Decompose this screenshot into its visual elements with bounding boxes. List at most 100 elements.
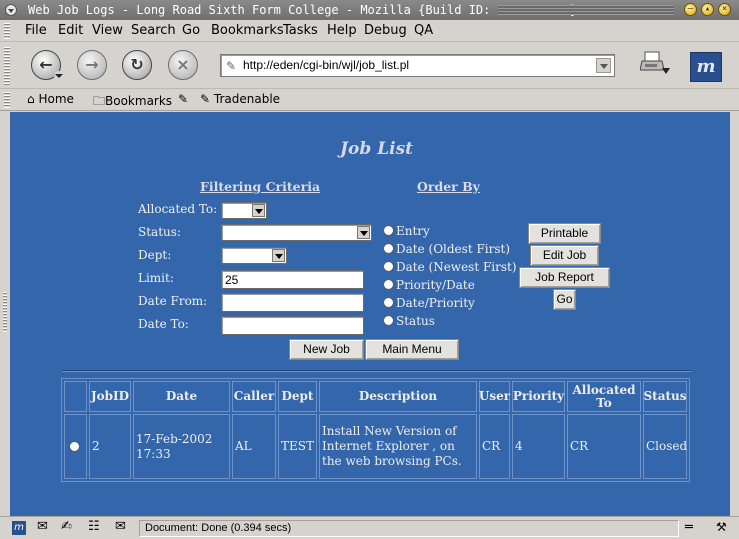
limit-input[interactable]: 25 (221, 270, 364, 289)
navigation-toolbar: ← → ↻ × ✎ http://eden/cgi-bin/wjl/job_li… (0, 43, 739, 89)
nav-toolbar-grip[interactable] (4, 47, 10, 85)
edit-job-button[interactable]: Edit Job (530, 245, 599, 266)
header-priority: Priority (512, 381, 565, 412)
cell-priority: 4 (512, 414, 565, 479)
chat-icon[interactable]: ✉ (115, 519, 126, 534)
forward-icon[interactable]: → (77, 50, 107, 80)
menu-bar-grip[interactable] (4, 23, 10, 39)
menu-file[interactable]: File (25, 23, 47, 38)
print-icon[interactable] (640, 50, 670, 76)
menu-tasks[interactable]: Tasks (283, 23, 318, 38)
status-label: Status: (138, 225, 181, 239)
order-date-priority-option[interactable]: Date/Priority (383, 296, 475, 310)
radio-date-oldest[interactable] (383, 243, 394, 254)
order-status-option[interactable]: Status (383, 314, 435, 328)
maximize-icon[interactable]: ▴ (701, 3, 714, 16)
date-to-label: Date To: (138, 317, 189, 331)
cell-status: Closed (643, 414, 687, 479)
dept-select[interactable] (221, 247, 287, 264)
order-date-newest-option[interactable]: Date (Newest First) (383, 260, 517, 274)
radio-date-priority[interactable] (383, 297, 394, 308)
address-book-icon[interactable]: ☷ (88, 519, 100, 534)
back-icon[interactable]: ← (31, 50, 64, 81)
header-status: Status (643, 381, 687, 412)
order-date-oldest-option[interactable]: Date (Oldest First) (383, 242, 510, 256)
page-title: Job List (340, 139, 414, 159)
content-border (730, 112, 739, 516)
dept-label: Dept: (138, 248, 172, 262)
bookmark-separator-icon: ✎ (178, 92, 189, 106)
reload-icon[interactable]: ↻ (122, 50, 152, 80)
printable-button[interactable]: Printable (528, 223, 601, 244)
page-content: Job List Filtering Criteria Order By All… (10, 112, 730, 516)
allocated-to-label: Allocated To: (138, 202, 218, 216)
page-proxy-icon[interactable]: ✎ (226, 59, 236, 73)
online-icon[interactable]: ═ (685, 520, 693, 535)
home-button[interactable]: ⌂ Home (27, 92, 74, 106)
date-from-input[interactable] (221, 293, 364, 312)
tradenable-link[interactable]: ✎ Tradenable (200, 92, 280, 106)
menu-search[interactable]: Search (131, 23, 176, 38)
radio-status[interactable] (383, 315, 394, 326)
cell-caller: AL (232, 414, 276, 479)
date-to-input[interactable] (221, 316, 364, 335)
order-heading: Order By (417, 179, 480, 194)
mail-icon[interactable]: ✉ (37, 519, 48, 534)
header-user: User (479, 381, 510, 412)
personal-toolbar: ⌂ Home 🗀Bookmarks ✎ ✎ Tradenable (0, 89, 739, 111)
window-menu-icon[interactable] (5, 4, 17, 16)
menu-go[interactable]: Go (182, 23, 200, 38)
cell-allocated-to: CR (567, 414, 641, 479)
folder-icon: 🗀 (93, 94, 106, 108)
header-dept: Dept (278, 381, 317, 412)
menu-bookmarks[interactable]: Bookmarks (211, 23, 284, 38)
minimize-icon[interactable]: ‒ (684, 3, 697, 16)
navigator-icon[interactable]: m (12, 521, 26, 535)
header-jobid: JobID (89, 381, 131, 412)
url-bar[interactable]: ✎ http://eden/cgi-bin/wjl/job_list.pl (220, 54, 615, 77)
divider (62, 370, 691, 372)
cell-dept: TEST (278, 414, 317, 479)
header-description: Description (319, 381, 477, 412)
back-history-dropdown-icon[interactable] (54, 71, 64, 81)
chevron-down-icon[interactable] (252, 204, 265, 217)
chevron-down-icon[interactable] (272, 249, 285, 262)
new-job-button[interactable]: New Job (289, 339, 364, 360)
personal-toolbar-grip[interactable] (4, 92, 10, 108)
status-text: Document: Done (0.394 secs) (139, 520, 679, 537)
filter-heading: Filtering Criteria (200, 179, 321, 194)
sidebar-grip[interactable] (0, 112, 10, 516)
close-icon[interactable]: × (718, 3, 731, 16)
menu-qa[interactable]: QA (414, 23, 433, 38)
chevron-down-icon[interactable] (357, 226, 370, 239)
menu-edit[interactable]: Edit (58, 23, 83, 38)
row-select-radio[interactable] (69, 441, 80, 452)
allocated-to-select[interactable] (221, 202, 267, 219)
url-text[interactable]: http://eden/cgi-bin/wjl/job_list.pl (243, 58, 409, 72)
window-title-bar[interactable]: Web Job Logs - Long Road Sixth Form Coll… (0, 0, 739, 20)
header-date: Date (133, 381, 230, 412)
url-history-dropdown-icon[interactable] (596, 58, 611, 73)
stop-icon[interactable]: × (168, 50, 198, 80)
menu-view[interactable]: View (92, 23, 123, 38)
bookmarks-button[interactable]: 🗀Bookmarks (93, 92, 172, 113)
job-report-button[interactable]: Job Report (519, 267, 610, 288)
composer-icon[interactable]: ✍ (61, 519, 72, 534)
home-icon: ⌂ (27, 92, 35, 106)
radio-priority-date[interactable] (383, 279, 394, 290)
go-button[interactable]: Go (553, 289, 576, 310)
title-bar-grip (498, 5, 674, 15)
menu-debug[interactable]: Debug (364, 23, 407, 38)
mozilla-throbber-icon[interactable]: m (690, 52, 722, 82)
main-menu-button[interactable]: Main Menu (365, 339, 459, 360)
date-from-label: Date From: (138, 294, 208, 308)
limit-label: Limit: (138, 271, 174, 285)
menu-help[interactable]: Help (327, 23, 357, 38)
order-priority-date-option[interactable]: Priority/Date (383, 278, 475, 292)
security-lock-icon[interactable]: ⚒ (716, 520, 727, 534)
cell-date: 17-Feb-2002 17:33 (133, 414, 230, 479)
order-entry-option[interactable]: Entry (383, 224, 430, 238)
status-select[interactable] (221, 224, 372, 241)
radio-entry[interactable] (383, 225, 394, 236)
radio-date-newest[interactable] (383, 261, 394, 272)
